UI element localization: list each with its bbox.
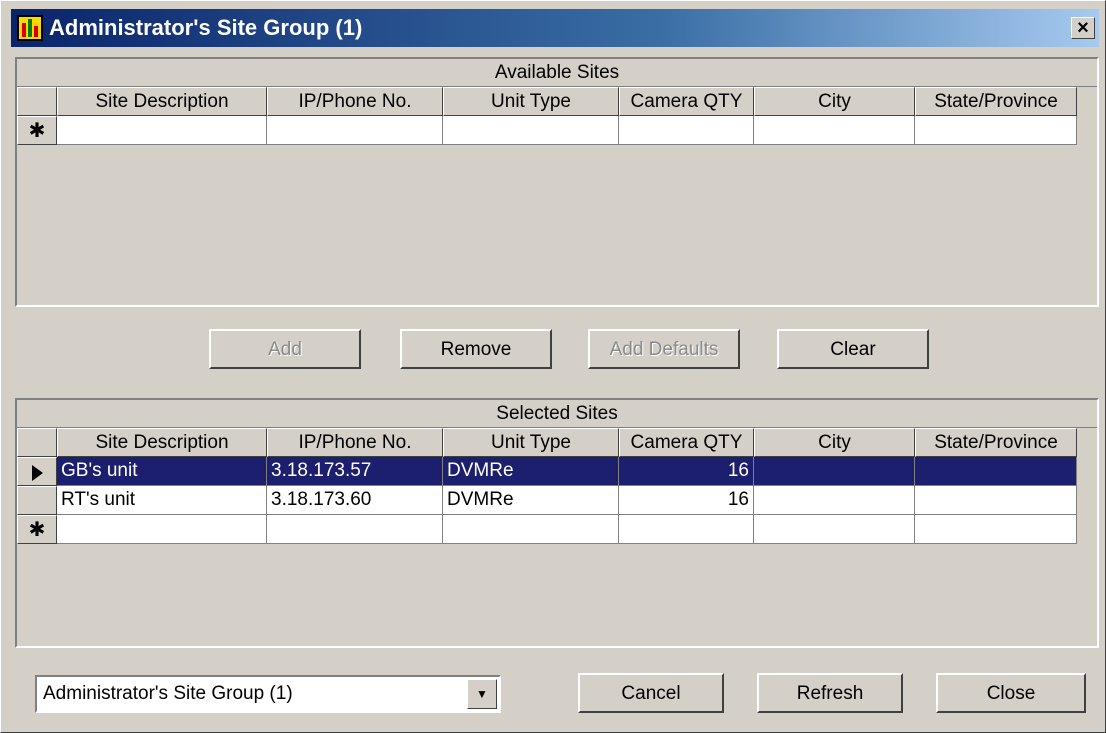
city-cell[interactable] [754, 486, 915, 515]
col-header-unit-type[interactable]: Unit Type [443, 428, 619, 457]
add-button-label: Add [268, 339, 302, 360]
available-sites-caption: Available Sites [17, 59, 1097, 87]
table-cell[interactable] [57, 116, 267, 145]
table-cell[interactable] [443, 515, 619, 544]
selected-new-row[interactable]: ✱ [17, 515, 1077, 544]
ip-phone-cell[interactable]: 3.18.173.60 [267, 486, 443, 515]
cancel-button-label: Cancel [621, 683, 681, 704]
current-row-arrow-icon [17, 457, 57, 486]
site-group-select[interactable]: Administrator's Site Group (1) ▼ [35, 675, 501, 713]
new-row-asterisk-icon: ✱ [17, 515, 57, 544]
app-chart-icon [17, 15, 43, 41]
unit-type-cell[interactable]: DVMRe [443, 457, 619, 486]
close-button-label: Close [986, 683, 1036, 704]
site-group-select-value: Administrator's Site Group (1) [43, 683, 293, 704]
table-row[interactable]: GB's unit 3.18.173.57 DVMRe 16 [17, 457, 1077, 486]
dropdown-arrow-icon[interactable]: ▼ [467, 679, 497, 709]
site-description-cell[interactable]: GB's unit [57, 457, 267, 486]
new-row-asterisk-icon: ✱ [17, 116, 57, 145]
close-button[interactable]: Close [936, 673, 1086, 713]
add-defaults-button-label: Add Defaults [609, 339, 719, 360]
window-close-button[interactable]: × [1071, 17, 1095, 39]
cancel-button[interactable]: Cancel [578, 673, 724, 713]
col-header-city[interactable]: City [754, 87, 915, 116]
refresh-button[interactable]: Refresh [757, 673, 903, 713]
camera-qty-cell[interactable]: 16 [619, 486, 754, 515]
col-header-city[interactable]: City [754, 428, 915, 457]
table-row[interactable]: RT's unit 3.18.173.60 DVMRe 16 [17, 486, 1077, 515]
camera-qty-cell[interactable]: 16 [619, 457, 754, 486]
add-defaults-button[interactable]: Add Defaults [588, 329, 740, 369]
add-button[interactable]: Add [209, 329, 361, 369]
window-title: Administrator's Site Group (1) [49, 15, 363, 40]
table-cell[interactable] [754, 515, 915, 544]
selected-header-row: Site Description IP/Phone No. Unit Type … [17, 428, 1077, 457]
row-selector-header [17, 87, 57, 116]
table-cell[interactable] [619, 515, 754, 544]
col-header-unit-type[interactable]: Unit Type [443, 87, 619, 116]
available-new-row[interactable]: ✱ [17, 116, 1077, 145]
col-header-state-province[interactable]: State/Province [915, 428, 1077, 457]
ip-phone-cell[interactable]: 3.18.173.57 [267, 457, 443, 486]
row-selector-header [17, 428, 57, 457]
available-header-row: Site Description IP/Phone No. Unit Type … [17, 87, 1077, 116]
remove-button[interactable]: Remove [400, 329, 552, 369]
col-header-state-province[interactable]: State/Province [915, 87, 1077, 116]
selected-sites-grid[interactable]: Selected Sites Site Description IP/Phone… [15, 398, 1099, 648]
city-cell[interactable] [754, 457, 915, 486]
state-province-cell[interactable] [915, 457, 1077, 486]
table-cell[interactable] [915, 116, 1077, 145]
col-header-ip-phone[interactable]: IP/Phone No. [267, 87, 443, 116]
table-cell[interactable] [443, 116, 619, 145]
title-bar[interactable]: Administrator's Site Group (1) × [11, 9, 1099, 47]
col-header-camera-qty[interactable]: Camera QTY [619, 428, 754, 457]
table-cell[interactable] [267, 116, 443, 145]
row-selector[interactable] [17, 486, 57, 515]
site-group-window: Administrator's Site Group (1) × Availab… [0, 0, 1106, 733]
state-province-cell[interactable] [915, 486, 1077, 515]
table-cell[interactable] [267, 515, 443, 544]
refresh-button-label: Refresh [796, 683, 864, 704]
col-header-camera-qty[interactable]: Camera QTY [619, 87, 754, 116]
site-description-cell[interactable]: RT's unit [57, 486, 267, 515]
table-cell[interactable] [754, 116, 915, 145]
unit-type-cell[interactable]: DVMRe [443, 486, 619, 515]
table-cell[interactable] [915, 515, 1077, 544]
remove-button-label: Remove [440, 339, 512, 360]
table-cell[interactable] [619, 116, 754, 145]
col-header-site-description[interactable]: Site Description [57, 428, 267, 457]
clear-button-label: Clear [830, 339, 876, 360]
available-sites-grid[interactable]: Available Sites Site Description IP/Phon… [15, 57, 1099, 307]
table-cell[interactable] [57, 515, 267, 544]
col-header-ip-phone[interactable]: IP/Phone No. [267, 428, 443, 457]
selected-sites-caption: Selected Sites [17, 400, 1097, 428]
clear-button[interactable]: Clear [777, 329, 929, 369]
col-header-site-description[interactable]: Site Description [57, 87, 267, 116]
